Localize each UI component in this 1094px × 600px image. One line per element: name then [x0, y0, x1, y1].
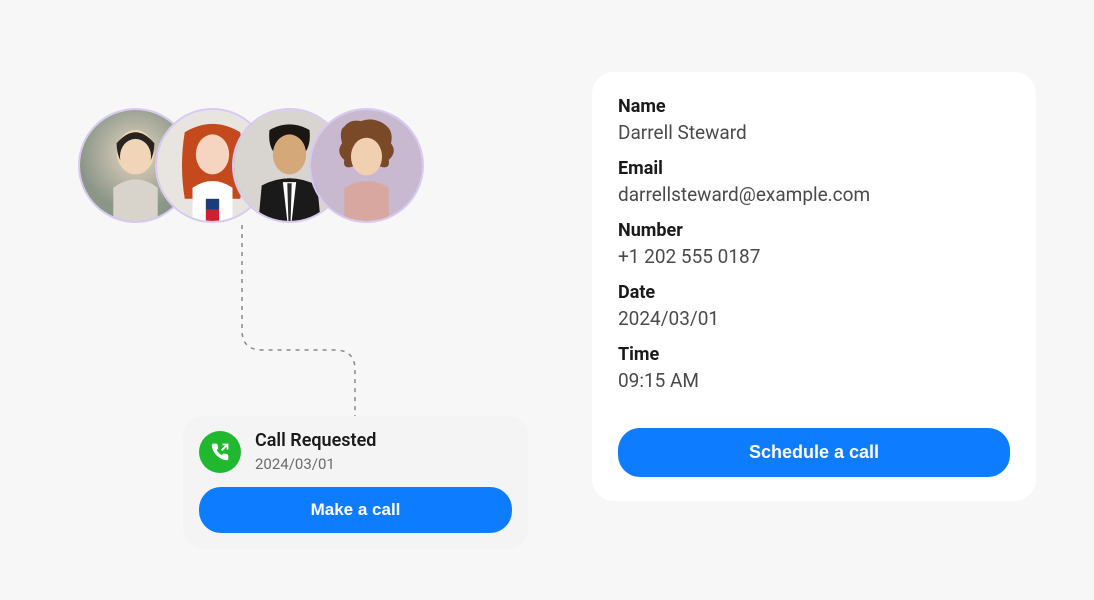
avatar — [309, 108, 424, 223]
time-label: Time — [618, 344, 1010, 365]
email-label: Email — [618, 158, 1010, 179]
contact-detail-card: Name Darrell Steward Email darrellstewar… — [592, 72, 1036, 501]
email-value: darrellsteward@example.com — [618, 183, 1010, 206]
name-label: Name — [618, 96, 1010, 117]
call-card-header: Call Requested 2024/03/01 — [199, 430, 512, 473]
date-label: Date — [618, 282, 1010, 303]
number-value: +1 202 555 0187 — [618, 245, 1010, 268]
time-value: 09:15 AM — [618, 369, 1010, 392]
phone-outgoing-icon — [199, 431, 241, 473]
make-call-button[interactable]: Make a call — [199, 487, 512, 533]
schedule-call-button[interactable]: Schedule a call — [618, 428, 1010, 477]
avatar-stack — [78, 108, 424, 223]
call-date: 2024/03/01 — [255, 455, 376, 473]
connector-line — [240, 225, 360, 420]
date-value: 2024/03/01 — [618, 307, 1010, 330]
call-title: Call Requested — [255, 430, 376, 451]
number-label: Number — [618, 220, 1010, 241]
name-value: Darrell Steward — [618, 121, 1010, 144]
call-request-card: Call Requested 2024/03/01 Make a call — [183, 416, 528, 549]
